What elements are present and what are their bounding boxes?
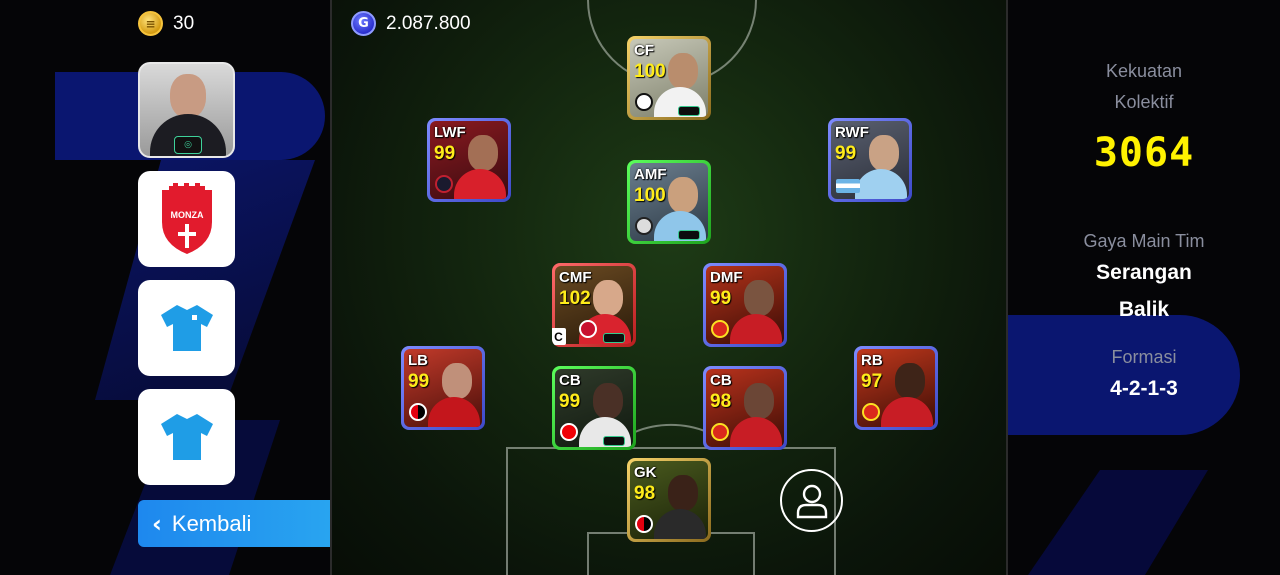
player-position: LB [408, 352, 428, 369]
player-position: RWF [835, 124, 869, 141]
team-strength-value: 3064 [1093, 130, 1195, 176]
club-badge-icon [862, 403, 880, 421]
player-rating: 97 [861, 371, 883, 392]
player-card-lb[interactable]: LB 99 [401, 346, 485, 430]
strength-label-line2: Kolektif [1114, 92, 1174, 112]
player-position: CB [710, 372, 732, 389]
club-badge-icon [711, 320, 729, 338]
player-face [668, 177, 698, 213]
player-card-dmf[interactable]: DMF 99 [703, 263, 787, 347]
coin-icon: ≡ [138, 11, 163, 36]
club-badge-icon [635, 93, 653, 111]
player-jersey [654, 509, 706, 539]
player-card-rwf[interactable]: RWF 99 [828, 118, 912, 202]
manager-skill-badge: ◎ [174, 136, 202, 154]
chevron-left-icon: ‹ [152, 509, 162, 538]
player-rating: 99 [710, 288, 732, 309]
player-face [442, 363, 472, 399]
shirt-icon [160, 414, 213, 460]
player-rating: 99 [559, 391, 581, 412]
team-style-label: Gaya Main Tim [1083, 231, 1205, 251]
player-face [468, 135, 498, 171]
player-card-gk[interactable]: GK 98 [627, 458, 711, 542]
player-position: DMF [710, 269, 743, 286]
skill-badge [603, 333, 625, 343]
away-kit-card[interactable] [138, 389, 235, 485]
player-face [668, 53, 698, 89]
player-card-rb[interactable]: RB 97 [854, 346, 938, 430]
coin-amount: 30 [173, 12, 195, 34]
monza-crest-icon: MONZA [161, 183, 212, 254]
player-position: RB [861, 352, 883, 369]
person-icon [796, 484, 827, 518]
player-card-cf[interactable]: CF 100 [627, 36, 711, 120]
strength-label-line1: Kekuatan [1105, 61, 1183, 81]
player-face [869, 135, 899, 171]
captain-badge: C [552, 328, 566, 345]
gp-icon: G [351, 11, 376, 36]
player-face [593, 383, 623, 419]
player-rating: 98 [710, 391, 732, 412]
back-button[interactable]: ‹ Kembali [138, 500, 356, 547]
player-card-cb-right[interactable]: CB 98 [703, 366, 787, 450]
skill-badge [678, 230, 700, 240]
player-jersey [428, 397, 480, 427]
shirt-icon [160, 305, 213, 351]
player-card-amf[interactable]: AMF 100 [627, 160, 711, 244]
argentina-flag-icon [836, 179, 860, 193]
club-badge-icon [435, 175, 453, 193]
club-badge-icon [560, 423, 578, 441]
player-position: AMF [634, 166, 667, 183]
player-position: CF [634, 42, 654, 59]
home-kit-card[interactable] [138, 280, 235, 376]
gp-amount: 2.087.800 [386, 12, 471, 34]
player-face [744, 383, 774, 419]
club-name: MONZA [170, 210, 203, 220]
player-face [744, 280, 774, 316]
club-badge-icon [409, 403, 427, 421]
player-rating: 99 [434, 143, 456, 164]
club-badge-icon [635, 217, 653, 235]
player-jersey [881, 397, 933, 427]
user-profile-icon[interactable] [780, 469, 843, 532]
decorative-shape [1028, 470, 1208, 575]
player-jersey [454, 169, 506, 199]
player-position: CB [559, 372, 581, 389]
team-style-value-line1: Serangan [1096, 261, 1192, 284]
player-position: GK [634, 464, 657, 481]
player-face [668, 475, 698, 511]
coin-balance: ≡ 30 [138, 11, 194, 36]
club-badge-icon [579, 320, 597, 338]
formation-value: 4-2-1-3 [1110, 377, 1178, 400]
team-style-value-line2: Balik [1118, 298, 1170, 321]
back-button-label: Kembali [171, 510, 252, 536]
player-card-cmf[interactable]: CMF 102 C [552, 263, 636, 347]
formation-label: Formasi [1111, 347, 1177, 367]
skill-badge [678, 106, 700, 116]
club-emblem-card[interactable]: MONZA [138, 171, 235, 267]
club-badge-icon [635, 515, 653, 533]
player-rating: 100 [634, 61, 666, 82]
skill-badge [603, 436, 625, 446]
manager-card[interactable]: ◎ [138, 62, 235, 158]
player-card-lwf[interactable]: LWF 99 [427, 118, 511, 202]
club-badge-icon [711, 423, 729, 441]
player-face [593, 280, 623, 316]
player-jersey [855, 169, 907, 199]
player-rating: 100 [634, 185, 666, 206]
player-rating: 102 [559, 288, 591, 309]
player-rating: 99 [408, 371, 430, 392]
player-rating: 99 [835, 143, 857, 164]
player-card-cb-left[interactable]: CB 99 [552, 366, 636, 450]
decorative-band [1008, 315, 1240, 435]
manager-face [170, 74, 206, 118]
gp-balance: G 2.087.800 [351, 11, 471, 36]
player-jersey [730, 417, 782, 447]
player-rating: 98 [634, 483, 656, 504]
player-position: CMF [559, 269, 592, 286]
team-info-panel: Kekuatan Kolektif 3064 Gaya Main Tim Ser… [1008, 0, 1280, 575]
player-position: LWF [434, 124, 466, 141]
player-face [895, 363, 925, 399]
player-jersey [730, 314, 782, 344]
